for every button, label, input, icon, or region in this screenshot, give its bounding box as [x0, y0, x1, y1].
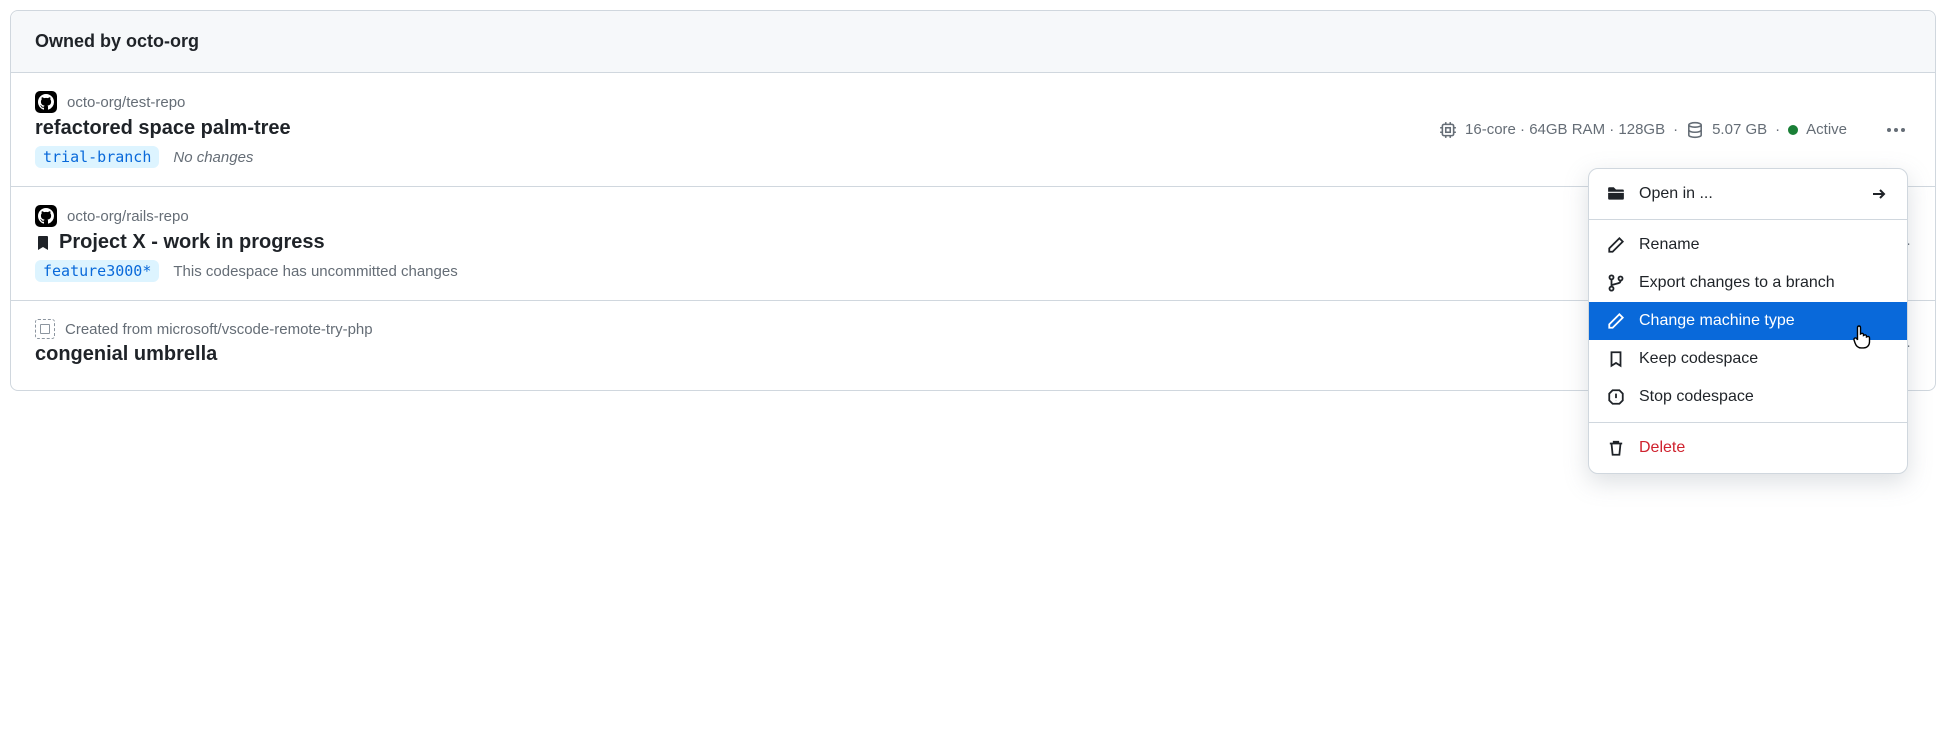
menu-delete[interactable]: Delete [1589, 429, 1907, 467]
menu-change-machine-type[interactable]: Change machine type [1589, 302, 1907, 340]
menu-rename[interactable]: Rename [1589, 226, 1907, 264]
folder-icon [1607, 185, 1625, 203]
repo-name[interactable]: octo-org/test-repo [67, 94, 185, 111]
codespace-title[interactable]: Project X - work in progress [59, 231, 325, 254]
pencil-icon [1607, 312, 1625, 330]
codespace-actions-menu: Open in ... Rename Export changes to a b… [1588, 168, 1908, 474]
branch-pill[interactable]: trial-branch [35, 146, 159, 168]
template-placeholder-icon [35, 319, 55, 339]
change-status: This codespace has uncommitted changes [173, 263, 457, 280]
change-status: No changes [173, 149, 253, 166]
stop-icon [1607, 388, 1625, 406]
bookmark-icon [35, 235, 51, 251]
storage-used: 5.07 GB [1712, 121, 1767, 138]
menu-stop-codespace[interactable]: Stop codespace [1589, 378, 1907, 416]
pencil-icon [1607, 236, 1625, 254]
menu-open-in[interactable]: Open in ... [1589, 175, 1907, 213]
branch-pill[interactable]: feature3000* [35, 260, 159, 282]
git-branch-icon [1607, 274, 1625, 292]
cpu-icon [1439, 121, 1457, 139]
menu-label: Stop codespace [1639, 388, 1754, 406]
menu-label: Rename [1639, 236, 1699, 254]
github-avatar-icon [35, 91, 57, 113]
menu-label: Delete [1639, 439, 1685, 457]
machine-specs: 16-core · 64GB RAM · 128GB [1465, 121, 1665, 138]
status-dot-icon [1788, 125, 1798, 135]
kebab-menu-button[interactable] [1881, 122, 1911, 138]
menu-keep-codespace[interactable]: Keep codespace [1589, 340, 1907, 378]
panel-title: Owned by octo-org [35, 31, 199, 51]
menu-label: Keep codespace [1639, 350, 1758, 368]
panel-header: Owned by octo-org [11, 11, 1935, 73]
codespace-title[interactable]: congenial umbrella [35, 343, 217, 366]
separator-dot: · [1673, 121, 1678, 138]
menu-label: Export changes to a branch [1639, 274, 1835, 292]
created-from: Created from microsoft/vscode-remote-try… [65, 321, 373, 338]
menu-label: Change machine type [1639, 312, 1795, 330]
repo-name[interactable]: octo-org/rails-repo [67, 208, 189, 225]
activity-status: Active [1806, 121, 1847, 138]
bookmark-outline-icon [1607, 350, 1625, 368]
github-avatar-icon [35, 205, 57, 227]
database-icon [1686, 121, 1704, 139]
menu-export-branch[interactable]: Export changes to a branch [1589, 264, 1907, 302]
arrow-right-icon [1871, 186, 1889, 202]
separator-dot: · [1775, 121, 1780, 138]
codespace-title[interactable]: refactored space palm-tree [35, 117, 291, 140]
menu-label: Open in ... [1639, 185, 1713, 203]
trash-icon [1607, 439, 1625, 457]
